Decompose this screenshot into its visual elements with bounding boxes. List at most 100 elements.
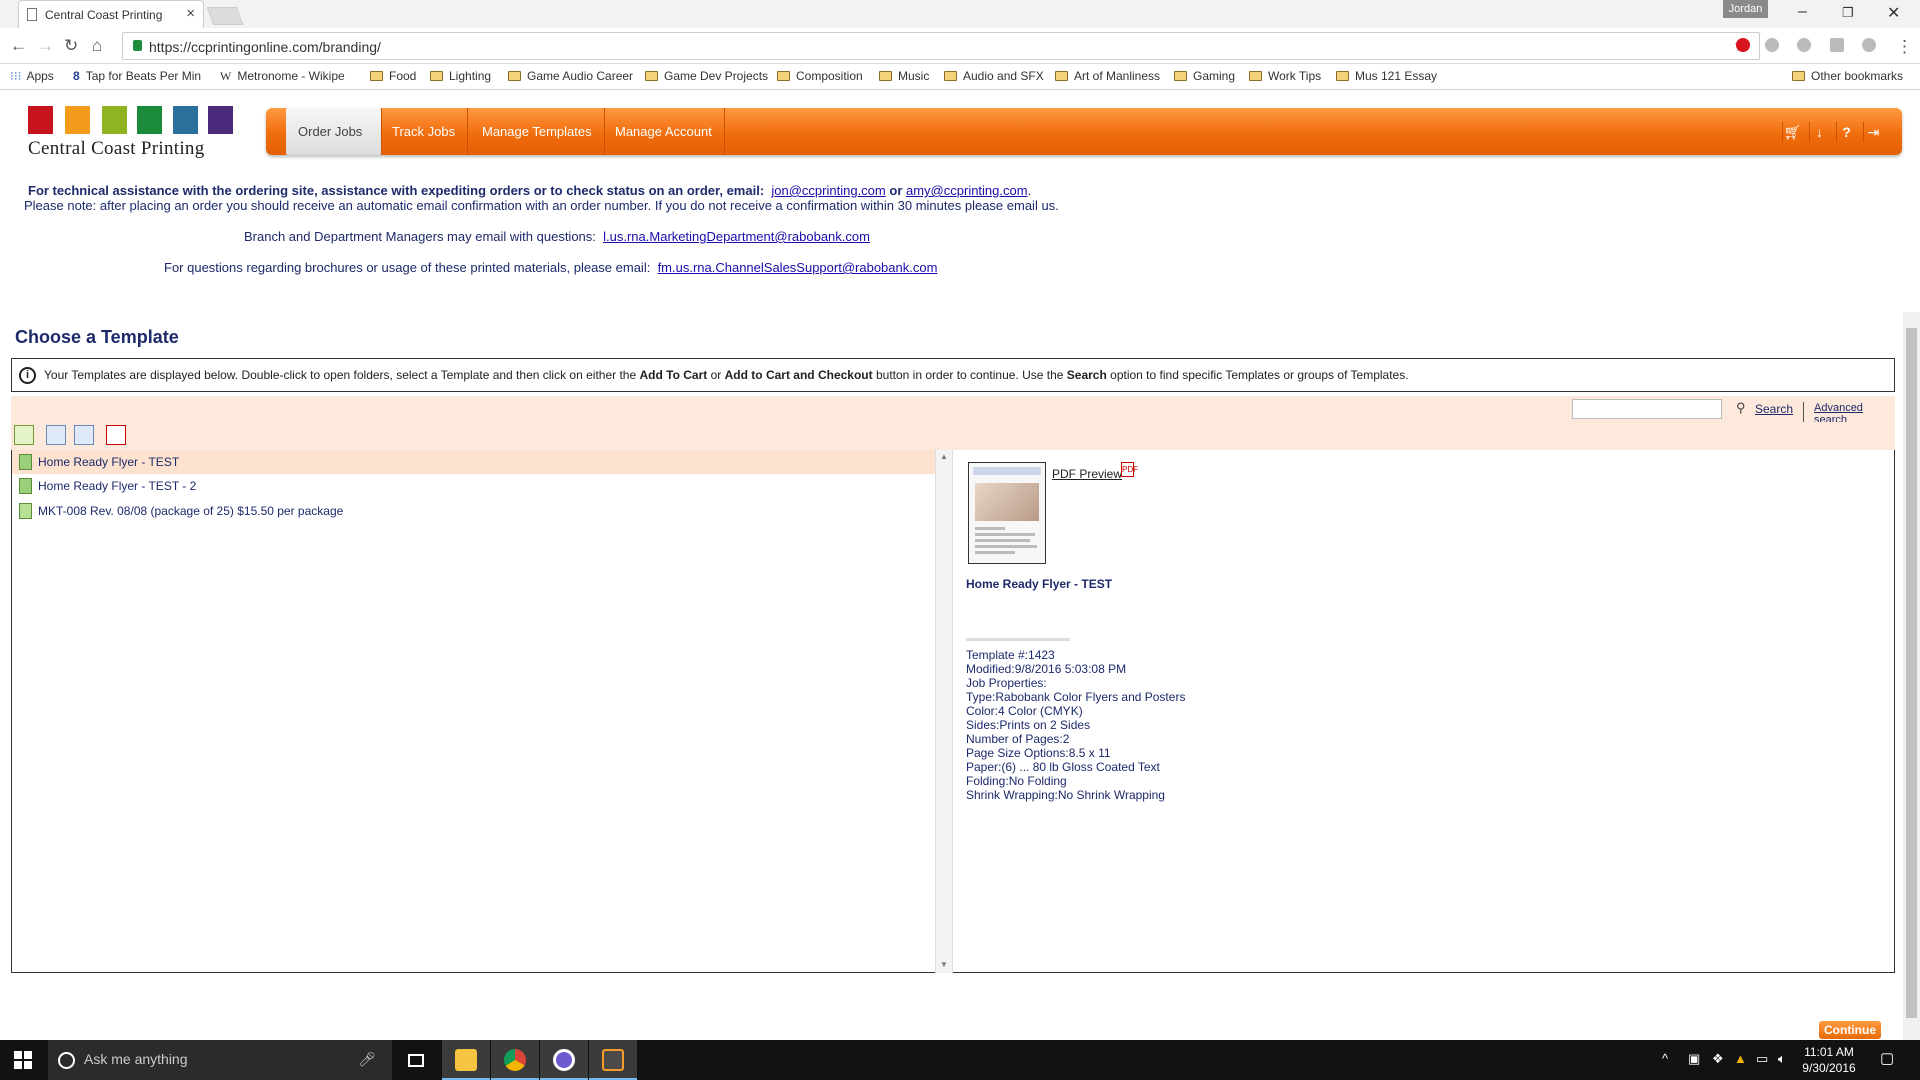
- search-icon[interactable]: ⚲: [1736, 400, 1746, 416]
- tray-expand-icon[interactable]: ^: [1662, 1051, 1668, 1066]
- bookmark-metronome[interactable]: W Metronome - Wikipe: [220, 69, 345, 84]
- job-shrink-wrapping: Shrink Wrapping:No Shrink Wrapping: [966, 788, 1165, 802]
- bookmark-game-audio-career[interactable]: Game Audio Career: [508, 69, 633, 83]
- apps-icon: ⁝⁝⁝: [10, 69, 22, 83]
- network-icon[interactable]: ▭: [1756, 1051, 1768, 1067]
- browser-tab[interactable]: Central Coast Printing ×: [18, 0, 204, 28]
- menu-track-jobs[interactable]: Track Jobs: [380, 108, 469, 155]
- sublime-taskbar[interactable]: [589, 1040, 637, 1080]
- cloud-extension-icon[interactable]: [1765, 38, 1779, 52]
- folder-icon: [1249, 71, 1262, 81]
- chrome-taskbar[interactable]: [491, 1040, 539, 1080]
- main-menu: Order Jobs Track Jobs Manage Templates M…: [266, 108, 1902, 155]
- bookmark-tap-bpm[interactable]: 8 Tap for Beats Per Min: [73, 69, 201, 83]
- page-icon: [27, 8, 37, 21]
- pdf-preview-link[interactable]: PDF Preview: [1052, 467, 1122, 481]
- close-tab-icon[interactable]: ×: [186, 5, 195, 22]
- cortana-search[interactable]: Ask me anything 🎤︎: [48, 1040, 392, 1080]
- task-view-button[interactable]: [392, 1040, 440, 1080]
- page-title: Choose a Template: [15, 327, 179, 347]
- browser-menu-icon[interactable]: ⋮: [1896, 37, 1913, 57]
- grid-view-icon[interactable]: [74, 425, 94, 445]
- drive-icon[interactable]: ▲: [1734, 1051, 1747, 1066]
- tray-icon[interactable]: ▣: [1688, 1051, 1700, 1067]
- marketing-email-link[interactable]: l.us.rna.MarketingDepartment@rabobank.co…: [603, 229, 870, 244]
- bookmark-mus-121-essay[interactable]: Mus 121 Essay: [1336, 69, 1437, 83]
- page-scroll-thumb[interactable]: [1906, 328, 1917, 1018]
- page-scrollbar[interactable]: [1903, 312, 1920, 1040]
- pdf-icon[interactable]: [106, 425, 126, 445]
- new-tab-button[interactable]: [206, 7, 244, 25]
- folder-icon: [645, 71, 658, 81]
- back-icon[interactable]: ←: [10, 36, 27, 56]
- cast-icon[interactable]: [1830, 38, 1844, 52]
- clock-date: 9/30/2016: [1802, 1061, 1856, 1075]
- template-thumbnail[interactable]: [968, 462, 1046, 564]
- bookmark-art-of-manliness[interactable]: Art of Manliness: [1055, 69, 1160, 83]
- template-name: Home Ready Flyer - TEST: [38, 455, 180, 469]
- opera-extension-icon[interactable]: [1736, 38, 1750, 52]
- email-amy-link[interactable]: amy@ccprinting.com: [906, 183, 1028, 198]
- tech-assistance-line: For technical assistance with the orderi…: [28, 183, 1032, 198]
- forward-icon[interactable]: →: [37, 36, 54, 56]
- url-input[interactable]: https://ccprintingonline.com/branding/ ☆: [122, 32, 1760, 60]
- extension-icon[interactable]: [1862, 38, 1876, 52]
- job-page-size: Page Size Options:8.5 x 11: [966, 746, 1111, 760]
- bookmark-music[interactable]: Music: [879, 69, 929, 83]
- restore-icon[interactable]: ❐: [1842, 5, 1854, 21]
- home-icon[interactable]: ⌂: [92, 36, 102, 56]
- camera-extension-icon[interactable]: [1797, 38, 1811, 52]
- email-jon-link[interactable]: jon@ccprinting.com: [771, 183, 885, 198]
- scroll-up-icon[interactable]: ▲: [940, 452, 948, 461]
- thumbnail-header: [973, 467, 1041, 475]
- scroll-down-icon[interactable]: ▼: [940, 960, 948, 969]
- list-view-icon[interactable]: [46, 425, 66, 445]
- app-taskbar[interactable]: [540, 1040, 588, 1080]
- channel-sales-email-link[interactable]: fm.us.rna.ChannelSalesSupport@rabobank.c…: [658, 260, 938, 275]
- windows-taskbar: Ask me anything 🎤︎ ^ ▣ ❖ ▲ ▭ 🔈︎ 11:01 AM…: [0, 1040, 1920, 1080]
- other-bookmarks[interactable]: Other bookmarks: [1792, 69, 1903, 83]
- cart-icon[interactable]: 🛒︎: [1782, 122, 1802, 142]
- menu-manage-account[interactable]: Manage Account: [603, 108, 725, 155]
- search-input[interactable]: [1572, 399, 1722, 419]
- template-row[interactable]: Home Ready Flyer - TEST - 2: [12, 474, 936, 498]
- download-icon[interactable]: ↓: [1809, 122, 1829, 142]
- continue-button[interactable]: Continue: [1819, 1021, 1881, 1039]
- bookmark-food[interactable]: Food: [370, 69, 416, 83]
- job-sides: Sides:Prints on 2 Sides: [966, 718, 1091, 732]
- reload-icon[interactable]: ↻: [64, 36, 78, 56]
- bookmark-game-dev-projects[interactable]: Game Dev Projects: [645, 69, 768, 83]
- logout-icon[interactable]: ⇥: [1863, 122, 1883, 142]
- pdf-icon[interactable]: PDF: [1121, 462, 1138, 477]
- thumbnail-line: [975, 539, 1030, 542]
- menu-order-jobs[interactable]: Order Jobs: [286, 108, 382, 155]
- minimize-icon[interactable]: –: [1798, 3, 1807, 21]
- bookmark-lighting[interactable]: Lighting: [430, 69, 491, 83]
- bookmark-composition[interactable]: Composition: [777, 69, 863, 83]
- up-folder-icon[interactable]: [14, 425, 34, 445]
- bookmark-apps[interactable]: ⁝⁝⁝ Apps: [10, 69, 54, 83]
- bookmark-audio-sfx[interactable]: Audio and SFX: [944, 69, 1044, 83]
- folder-icon: [455, 1049, 477, 1071]
- help-icon[interactable]: ?: [1836, 122, 1856, 142]
- wikipedia-icon: W: [220, 69, 232, 83]
- template-list: Home Ready Flyer - TEST Home Ready Flyer…: [11, 450, 936, 973]
- list-scrollbar[interactable]: ▲ ▼: [935, 450, 953, 973]
- template-row[interactable]: Home Ready Flyer - TEST: [12, 450, 936, 474]
- volume-icon[interactable]: 🔈︎: [1778, 1051, 1786, 1067]
- close-window-icon[interactable]: ✕: [1887, 3, 1900, 23]
- instructions-notice: i Your Templates are displayed below. Do…: [11, 358, 1895, 392]
- divider: [966, 638, 1070, 641]
- windows-start-icon[interactable]: [14, 1051, 32, 1069]
- file-explorer-taskbar[interactable]: [442, 1040, 490, 1080]
- system-clock[interactable]: 11:01 AM 9/30/2016: [1797, 1044, 1861, 1076]
- bookmark-gaming[interactable]: Gaming: [1174, 69, 1235, 83]
- bookmark-work-tips[interactable]: Work Tips: [1249, 69, 1321, 83]
- dropbox-icon[interactable]: ❖: [1712, 1051, 1724, 1067]
- template-row[interactable]: MKT-008 Rev. 08/08 (package of 25) $15.5…: [12, 499, 936, 523]
- microphone-icon[interactable]: 🎤︎: [358, 1051, 376, 1068]
- search-link[interactable]: Search: [1755, 402, 1793, 416]
- menu-manage-templates[interactable]: Manage Templates: [470, 108, 605, 155]
- profile-button[interactable]: Jordan: [1723, 0, 1768, 18]
- notifications-icon[interactable]: ▢: [1880, 1049, 1894, 1067]
